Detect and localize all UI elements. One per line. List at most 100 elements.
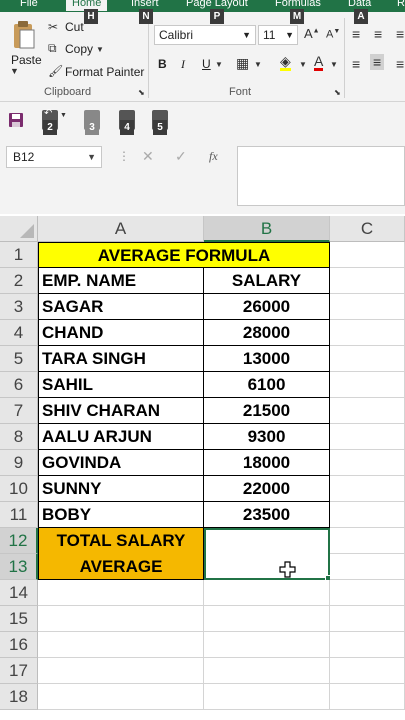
- row-header[interactable]: 8: [0, 424, 38, 450]
- cell-c13[interactable]: [330, 554, 405, 580]
- row-header[interactable]: 4: [0, 320, 38, 346]
- cell-c4[interactable]: [330, 320, 405, 346]
- title-cell[interactable]: AVERAGE FORMULA: [38, 242, 330, 268]
- salary-cell[interactable]: 26000: [204, 294, 330, 320]
- font-color-dropdown-icon[interactable]: ▼: [330, 60, 338, 69]
- align-center-icon[interactable]: ≡: [370, 54, 385, 70]
- salary-cell[interactable]: 18000: [204, 450, 330, 476]
- align-left-icon[interactable]: ≡: [352, 56, 360, 72]
- empty-cell[interactable]: [330, 606, 405, 632]
- row-header[interactable]: 7: [0, 398, 38, 424]
- column-header-b[interactable]: B: [204, 216, 330, 242]
- employee-name-cell[interactable]: AALU ARJUN: [38, 424, 204, 450]
- save-icon[interactable]: [8, 112, 24, 128]
- cell-c12[interactable]: [330, 528, 405, 554]
- header-cell-salary[interactable]: SALARY: [204, 268, 330, 294]
- undo-dropdown-icon[interactable]: ▼: [60, 112, 67, 119]
- tab-file[interactable]: File: [20, 0, 38, 11]
- row-header[interactable]: 1: [0, 242, 38, 268]
- employee-name-cell[interactable]: GOVINDA: [38, 450, 204, 476]
- salary-cell[interactable]: 22000: [204, 476, 330, 502]
- cut-button[interactable]: Cut: [65, 20, 84, 34]
- font-size-box[interactable]: 11 ▼: [258, 25, 298, 45]
- row-header[interactable]: 3: [0, 294, 38, 320]
- underline-button[interactable]: U: [202, 57, 211, 71]
- underline-dropdown-icon[interactable]: ▼: [215, 60, 223, 69]
- row-header[interactable]: 6: [0, 372, 38, 398]
- cell-c9[interactable]: [330, 450, 405, 476]
- chevron-down-icon[interactable]: ▼: [242, 26, 251, 44]
- cell-c2[interactable]: [330, 268, 405, 294]
- row-header[interactable]: 16: [0, 632, 38, 658]
- fill-dropdown-icon[interactable]: ▼: [299, 60, 307, 69]
- align-bottom-icon[interactable]: ≡: [396, 26, 404, 42]
- empty-cell[interactable]: [38, 580, 204, 606]
- chevron-down-icon[interactable]: ▼: [10, 66, 19, 76]
- empty-cell[interactable]: [38, 606, 204, 632]
- empty-cell[interactable]: [204, 684, 330, 710]
- name-box[interactable]: B12 ▼: [6, 146, 102, 168]
- employee-name-cell[interactable]: SAGAR: [38, 294, 204, 320]
- chevron-down-icon[interactable]: ▼: [285, 26, 294, 44]
- salary-cell[interactable]: 6100: [204, 372, 330, 398]
- align-middle-icon[interactable]: ≡: [374, 26, 382, 42]
- empty-cell[interactable]: [204, 658, 330, 684]
- cell-c5[interactable]: [330, 346, 405, 372]
- cell-c10[interactable]: [330, 476, 405, 502]
- align-top-icon[interactable]: ≡: [352, 26, 360, 42]
- row-header[interactable]: 13: [0, 554, 38, 580]
- increase-font-icon[interactable]: A▲: [304, 26, 320, 41]
- row-header[interactable]: 2: [0, 268, 38, 294]
- cancel-icon[interactable]: ✕: [142, 148, 154, 165]
- decrease-font-icon[interactable]: A▼: [326, 28, 340, 41]
- cell-c1[interactable]: [330, 242, 405, 268]
- fill-color-icon[interactable]: ◈: [280, 54, 291, 71]
- salary-cell[interactable]: 13000: [204, 346, 330, 372]
- cell-c6[interactable]: [330, 372, 405, 398]
- row-header[interactable]: 18: [0, 684, 38, 710]
- font-name-box[interactable]: Calibri ▼: [154, 25, 256, 45]
- row-header[interactable]: 5: [0, 346, 38, 372]
- cell-c8[interactable]: [330, 424, 405, 450]
- row-header[interactable]: 9: [0, 450, 38, 476]
- tab-review[interactable]: R: [397, 0, 405, 11]
- employee-name-cell[interactable]: BOBY: [38, 502, 204, 528]
- employee-name-cell[interactable]: CHAND: [38, 320, 204, 346]
- column-header-a[interactable]: A: [38, 216, 204, 242]
- empty-cell[interactable]: [330, 684, 405, 710]
- bold-button[interactable]: B: [158, 57, 167, 71]
- cell-c11[interactable]: [330, 502, 405, 528]
- empty-cell[interactable]: [330, 632, 405, 658]
- copy-button[interactable]: Copy: [65, 42, 93, 56]
- employee-name-cell[interactable]: SUNNY: [38, 476, 204, 502]
- empty-cell[interactable]: [204, 632, 330, 658]
- empty-cell[interactable]: [38, 632, 204, 658]
- clipboard-launcher-icon[interactable]: ⬊: [138, 88, 145, 97]
- paste-button[interactable]: Paste: [11, 53, 42, 67]
- employee-name-cell[interactable]: SHIV CHARAN: [38, 398, 204, 424]
- employee-name-cell[interactable]: TARA SINGH: [38, 346, 204, 372]
- format-painter-button[interactable]: Format Painter: [65, 65, 144, 79]
- row-header[interactable]: 10: [0, 476, 38, 502]
- empty-cell[interactable]: [38, 658, 204, 684]
- align-right-icon[interactable]: ≡: [396, 56, 404, 72]
- empty-cell[interactable]: [204, 580, 330, 606]
- paste-icon[interactable]: [12, 20, 36, 50]
- empty-cell[interactable]: [204, 606, 330, 632]
- copy-dropdown-icon[interactable]: ▼: [96, 45, 104, 54]
- empty-cell[interactable]: [330, 580, 405, 606]
- insert-function-button[interactable]: fx: [209, 149, 218, 164]
- average-result-cell[interactable]: [204, 528, 330, 580]
- empty-cell[interactable]: [38, 684, 204, 710]
- font-color-icon[interactable]: A: [314, 54, 324, 71]
- salary-cell[interactable]: 28000: [204, 320, 330, 346]
- chevron-down-icon[interactable]: ▼: [87, 147, 96, 167]
- borders-dropdown-icon[interactable]: ▼: [254, 60, 262, 69]
- formula-input[interactable]: [237, 146, 405, 206]
- column-header-c[interactable]: C: [330, 216, 405, 242]
- row-header[interactable]: 17: [0, 658, 38, 684]
- row-header[interactable]: 11: [0, 502, 38, 528]
- select-all-corner[interactable]: [0, 216, 38, 242]
- row-header[interactable]: 14: [0, 580, 38, 606]
- salary-cell[interactable]: 9300: [204, 424, 330, 450]
